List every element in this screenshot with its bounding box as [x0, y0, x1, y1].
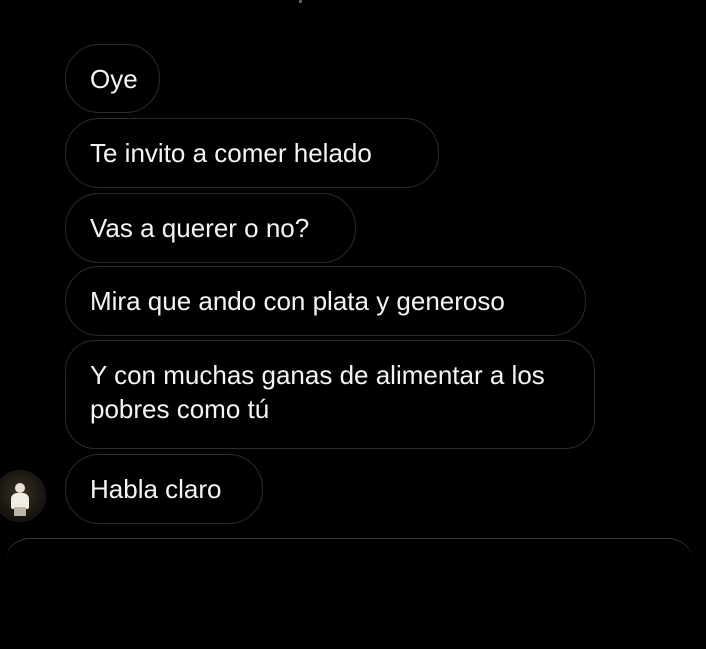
- message-text: Habla claro: [90, 474, 222, 504]
- message-text: Mira que ando con plata y generoso: [90, 286, 505, 316]
- message-composer[interactable]: [4, 538, 694, 649]
- message-text: Oye: [90, 63, 138, 94]
- avatar-figure-legs: [14, 507, 26, 516]
- message-text: Y con muchas ganas de alimentar a los po…: [90, 360, 545, 424]
- message-bubble[interactable]: Vas a querer o no?: [65, 193, 356, 263]
- message-text: Vas a querer o no?: [90, 213, 310, 243]
- avatar-figure-head: [15, 483, 25, 493]
- message-bubble[interactable]: Habla claro: [65, 454, 263, 524]
- message-text: Te invito a comer helado: [90, 138, 372, 168]
- message-bubble[interactable]: Te invito a comer helado: [65, 118, 439, 188]
- message-thread: Oye Te invito a comer helado Vas a quere…: [0, 0, 706, 540]
- message-bubble[interactable]: Mira que ando con plata y generoso: [65, 266, 586, 336]
- message-bubble[interactable]: Oye: [65, 44, 160, 113]
- sender-avatar[interactable]: [0, 470, 46, 522]
- message-bubble[interactable]: Y con muchas ganas de alimentar a los po…: [65, 340, 595, 449]
